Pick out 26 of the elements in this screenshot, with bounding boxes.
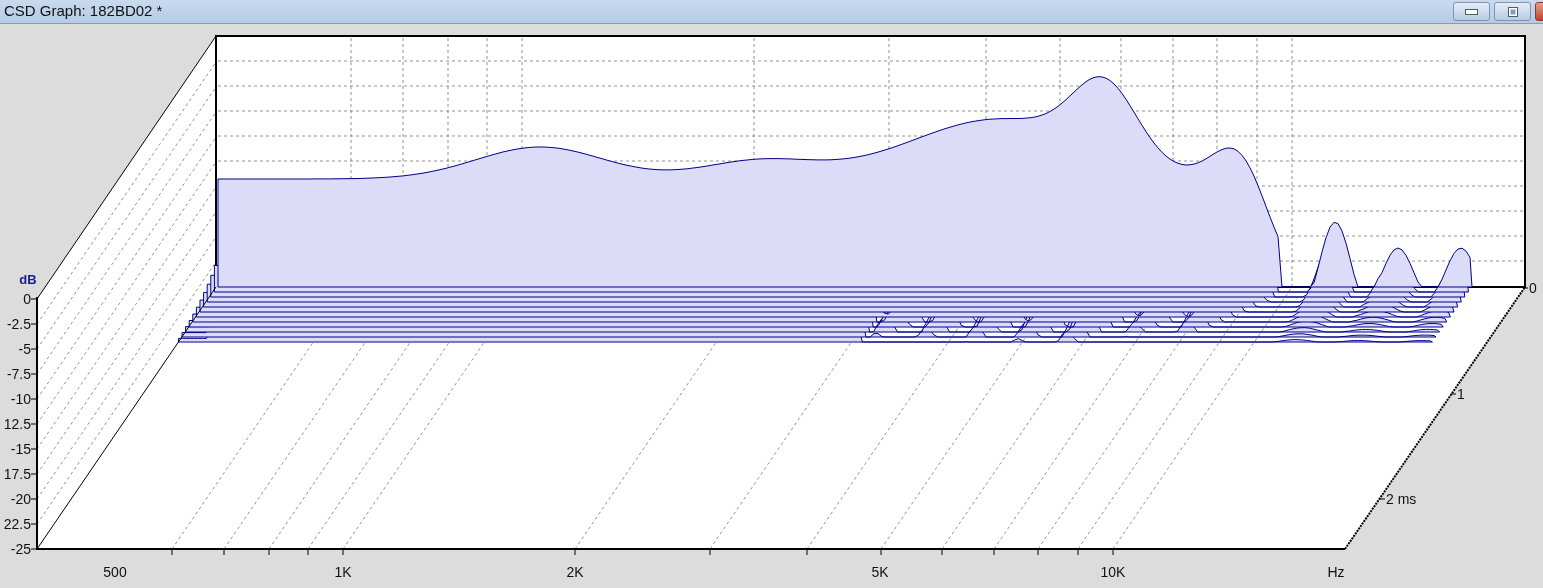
axis-tick-label: 2K (566, 564, 584, 580)
minimize-button[interactable] (1453, 2, 1490, 21)
axis-tick-label: 10K (1100, 564, 1126, 580)
axis-tick-label: 2 ms (1386, 491, 1417, 507)
axis-tick-label: -5 (18, 341, 31, 357)
axis-tick-label: 0 (1529, 280, 1537, 296)
minimize-icon (1465, 8, 1478, 15)
axis-tick-label: 1K (334, 564, 352, 580)
axis-tick-label: 0 (23, 291, 31, 307)
maximize-icon (1507, 6, 1518, 17)
axis-tick-label: 1 (1457, 386, 1465, 402)
axis-tick-label: -2.5 (6, 316, 31, 332)
axis-tick-label: -7.5 (6, 366, 31, 382)
window-title: CSD Graph: 182BD02 * (3, 1, 164, 22)
maximize-button[interactable] (1494, 2, 1531, 21)
axis-unit-label: dB (19, 272, 37, 287)
axis-tick-label: 17.5 (3, 466, 31, 482)
axis-tick-label: -25 (10, 541, 31, 557)
axis-tick-label: -10 (10, 391, 31, 407)
axis-tick-label: 22.5 (3, 516, 31, 532)
axis-tick-label: 12.5 (3, 416, 31, 432)
axis-tick-label: -20 (10, 491, 31, 507)
axis-tick-label: 5K (871, 564, 889, 580)
axis-tick-label: -15 (10, 441, 31, 457)
axis-unit-label: Hz (1327, 564, 1345, 580)
axis-tick-label: 500 (103, 564, 127, 580)
